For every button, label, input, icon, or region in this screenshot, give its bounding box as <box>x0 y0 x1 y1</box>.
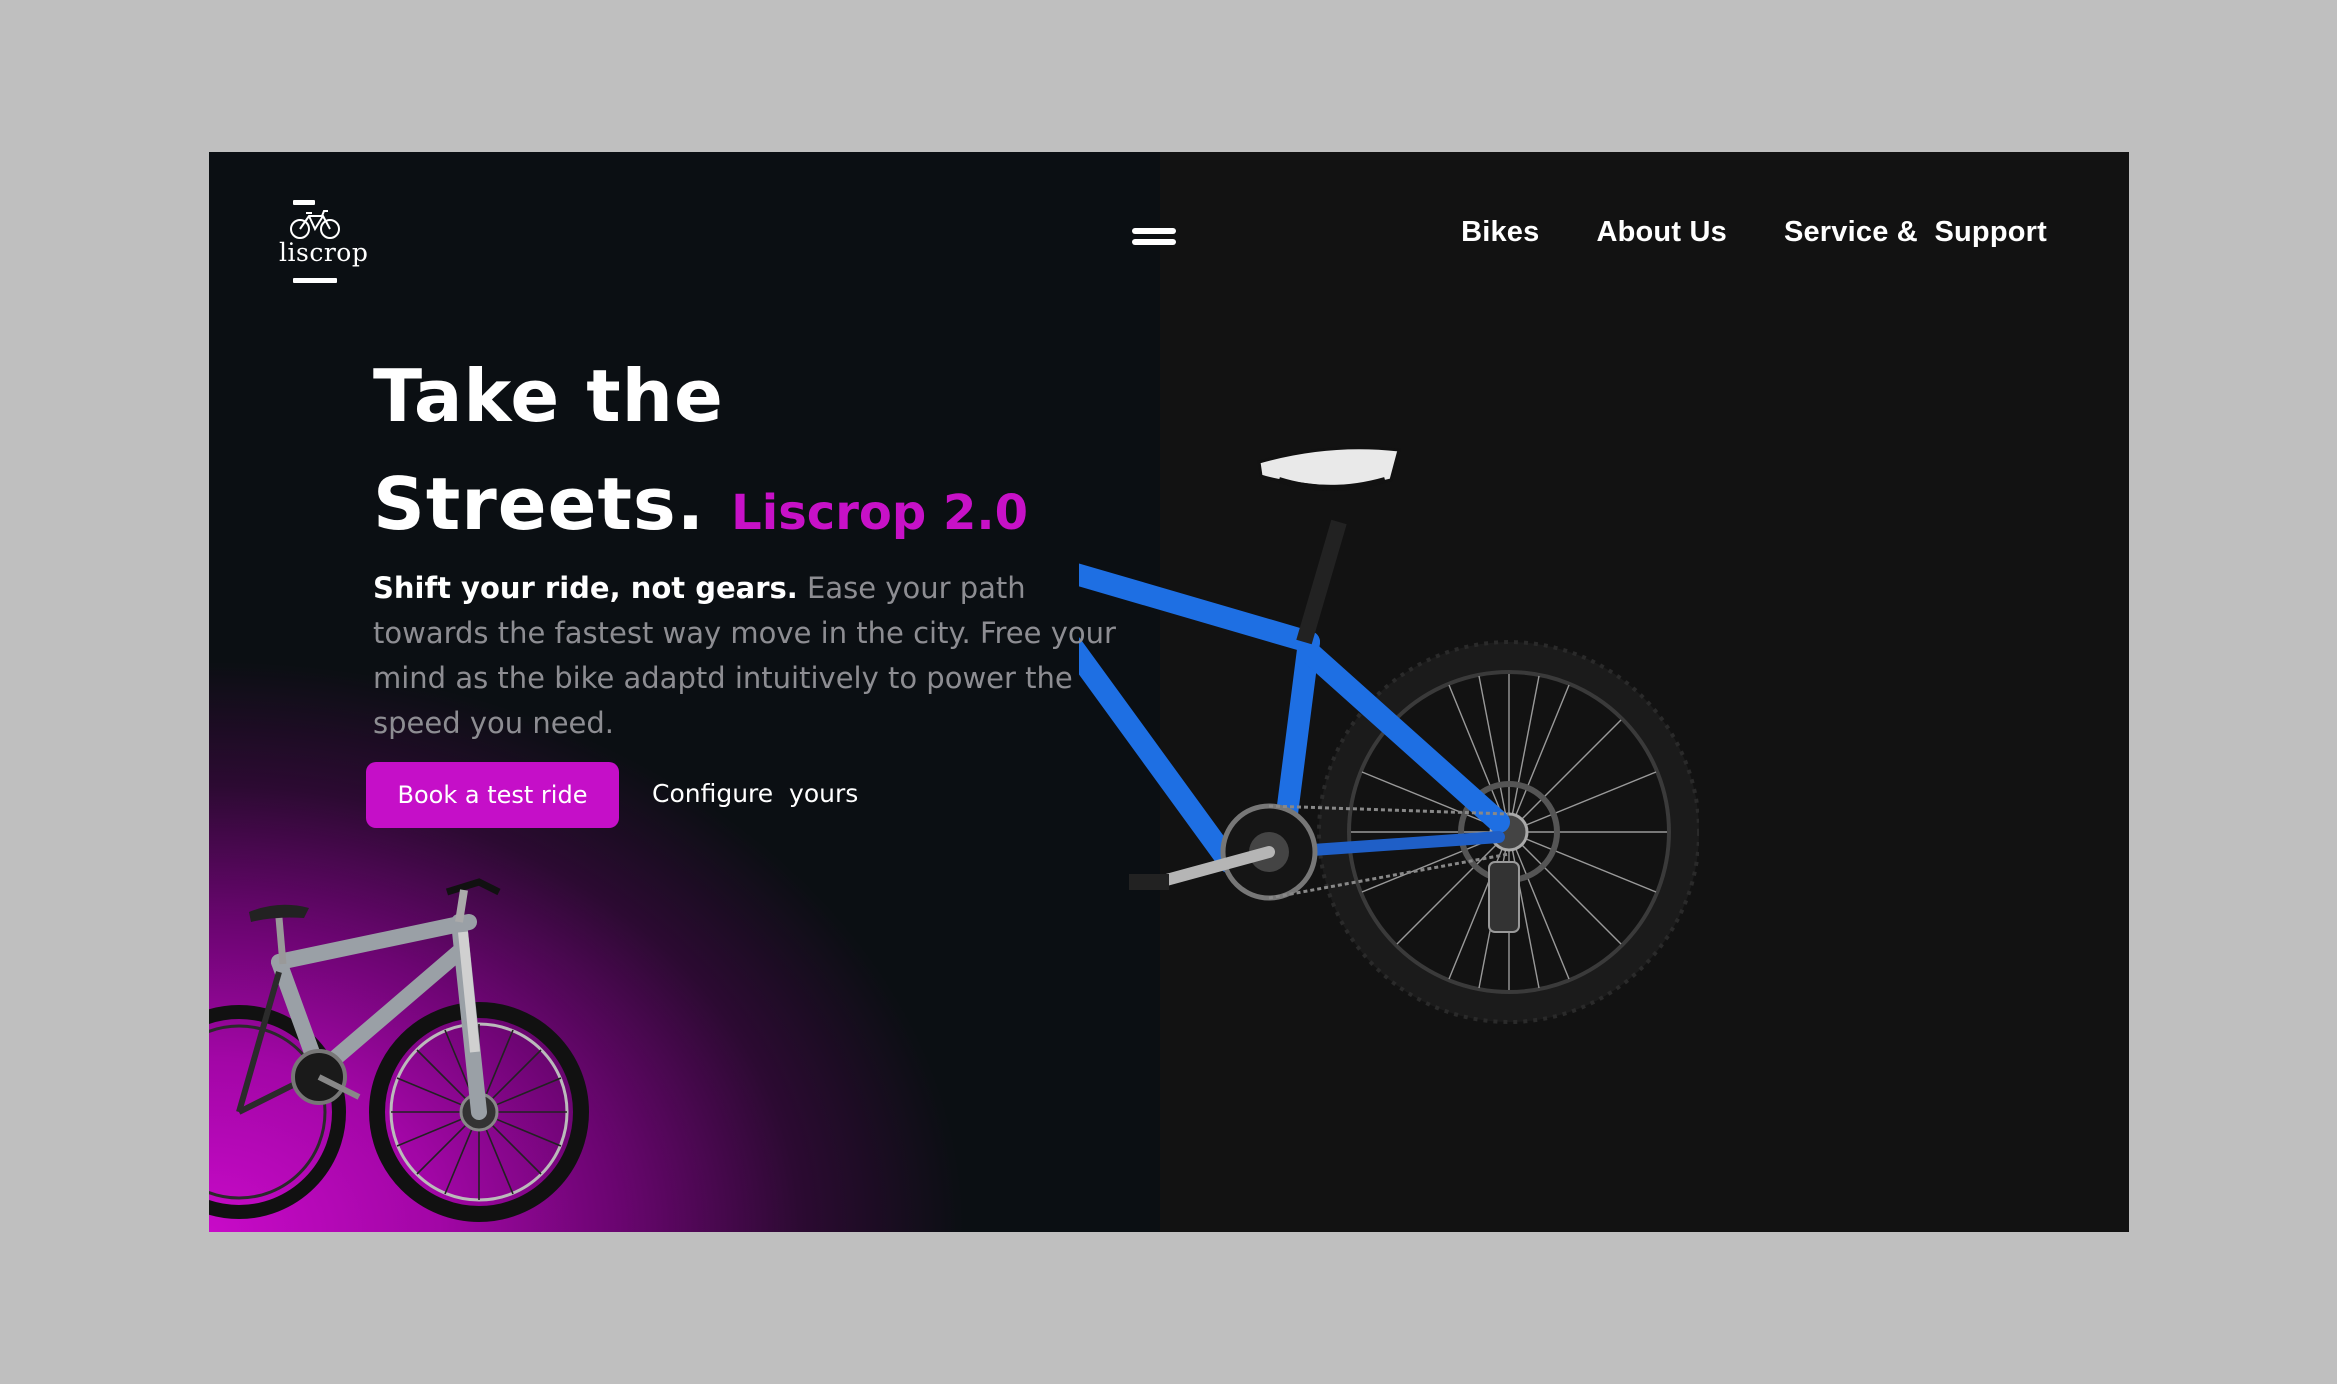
logo-top-bar <box>293 200 315 205</box>
hero-title-line1: Take the <box>373 354 724 438</box>
hero-description: Shift your ride, not gears. Ease your pa… <box>373 566 1143 746</box>
main-nav: Bikes About Us Service & Support <box>1461 216 2047 249</box>
nav-item-bikes[interactable]: Bikes <box>1461 216 1539 249</box>
hero-title: Take the Streets. Liscrop 2.0 <box>373 342 1028 567</box>
hamburger-line <box>1132 239 1176 245</box>
blue-bike-image <box>1079 446 1699 1024</box>
hero-title-line2: Streets. <box>373 462 706 546</box>
bicycle-icon <box>290 210 340 239</box>
nav-item-about-us[interactable]: About Us <box>1596 216 1726 249</box>
book-test-ride-button[interactable]: Book a test ride <box>366 762 619 828</box>
hero-tagline-bold: Shift your ride, not gears. <box>373 571 798 605</box>
small-bike-image <box>209 878 589 1222</box>
brand-wordmark: liscrop <box>279 238 369 267</box>
landing-page: liscrop Bikes About Us Service & Support… <box>209 152 2129 1232</box>
nav-item-service-support[interactable]: Service & Support <box>1784 216 2047 249</box>
hero-model-name: Liscrop 2.0 <box>731 485 1028 541</box>
logo-bottom-bar <box>293 278 337 283</box>
brand-logo[interactable]: liscrop <box>279 200 369 284</box>
hamburger-line <box>1132 228 1176 234</box>
hamburger-menu-icon[interactable] <box>1132 226 1176 250</box>
configure-yours-link[interactable]: Configure yours <box>652 779 858 808</box>
